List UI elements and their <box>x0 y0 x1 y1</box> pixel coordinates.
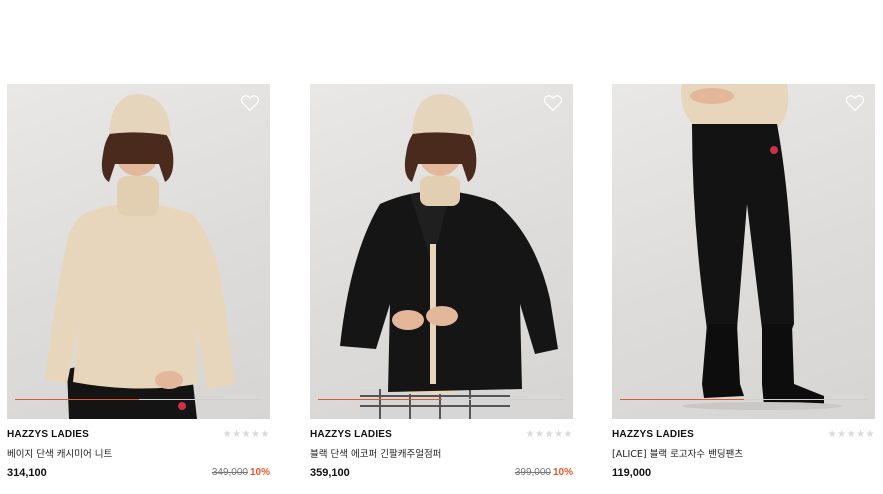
brand-name[interactable]: HAZZYS LADIES <box>7 429 89 440</box>
product-image[interactable] <box>7 84 270 419</box>
model-photo <box>340 94 558 419</box>
product-image[interactable] <box>310 84 573 419</box>
image-slider-progress <box>15 399 139 400</box>
sale-price: 314,100 <box>7 467 47 479</box>
original-price: 399,000 <box>514 467 551 478</box>
image-slider-progress <box>620 399 744 400</box>
heart-icon[interactable] <box>543 94 563 112</box>
product-card[interactable]: HAZZYS LADIES ★★★★★ [ALICE] 블랙 로고자수 밴딩팬츠… <box>612 84 875 494</box>
product-name[interactable]: 베이지 단색 캐시미어 니트 <box>7 446 112 460</box>
discount-rate: 10% <box>552 467 573 478</box>
original-price: 349,000 <box>211 467 248 478</box>
brand-name[interactable]: HAZZYS LADIES <box>612 429 694 440</box>
image-slider-progress <box>318 399 442 400</box>
product-card[interactable]: HAZZYS LADIES ★★★★★ 베이지 단색 캐시미어 니트 314,1… <box>7 84 270 494</box>
discount-rate: 10% <box>249 467 270 478</box>
image-slider-track[interactable] <box>620 399 867 400</box>
model-photo <box>681 84 842 410</box>
sale-price: 119,000 <box>612 467 652 479</box>
rating-stars: ★★★★★ <box>827 429 875 440</box>
rating-stars: ★★★★★ <box>525 429 573 440</box>
image-slider-track[interactable] <box>318 399 565 400</box>
sale-price: 359,100 <box>310 467 350 479</box>
product-image[interactable] <box>612 84 875 419</box>
heart-icon[interactable] <box>845 94 865 112</box>
product-name[interactable]: 블랙 단색 에코퍼 긴팔캐주얼점퍼 <box>310 446 441 460</box>
image-slider-track[interactable] <box>15 399 262 400</box>
brand-name[interactable]: HAZZYS LADIES <box>310 429 392 440</box>
rating-stars: ★★★★★ <box>222 429 270 440</box>
heart-icon[interactable] <box>240 94 260 112</box>
model-photo <box>45 94 235 419</box>
product-card[interactable]: HAZZYS LADIES ★★★★★ 블랙 단색 에코퍼 긴팔캐주얼점퍼 35… <box>310 84 573 494</box>
product-name[interactable]: [ALICE] 블랙 로고자수 밴딩팬츠 <box>612 446 743 460</box>
